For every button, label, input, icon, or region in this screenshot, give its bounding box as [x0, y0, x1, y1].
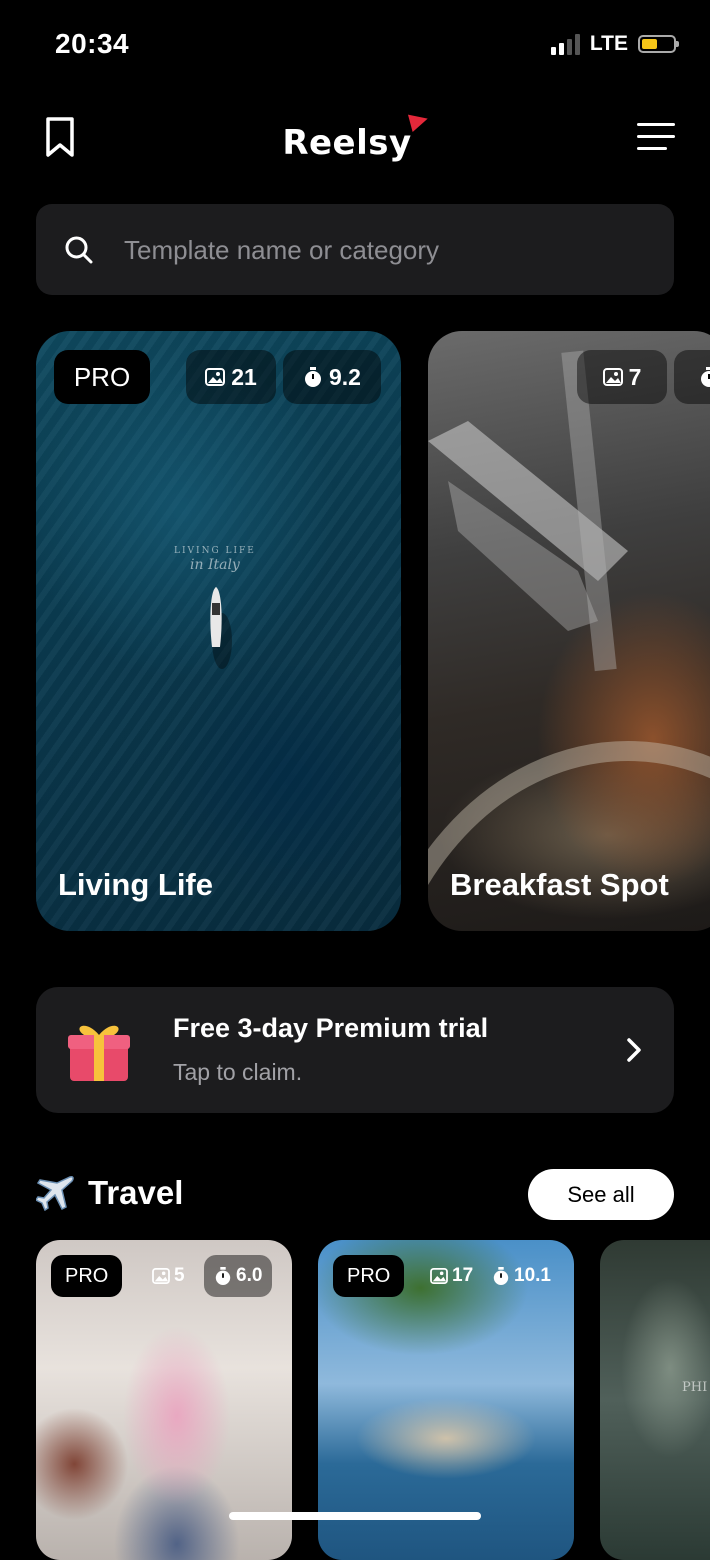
card-title: Breakfast Spot — [450, 867, 669, 902]
image-count-badge: 5 — [148, 1255, 189, 1297]
pro-badge: PRO — [51, 1255, 123, 1297]
battery-icon — [638, 35, 679, 53]
image-icon — [152, 1268, 170, 1284]
see-all-button[interactable]: See all — [528, 1169, 674, 1220]
duration-badge: 10.1 — [488, 1255, 555, 1297]
food-image — [428, 350, 710, 886]
card-overlay-text: LIVING LIFE in Italy — [174, 546, 256, 573]
menu-icon[interactable] — [637, 123, 675, 159]
chevron-right-icon — [627, 1038, 641, 1062]
image-icon — [430, 1268, 448, 1284]
premium-trial-banner[interactable]: Free 3-day Premium trial Tap to claim. — [36, 987, 674, 1113]
signal-icon — [550, 33, 580, 55]
status-time: 20:34 — [55, 28, 130, 59]
network-label: LTE — [589, 32, 628, 55]
duration-badge: 6.0 — [204, 1255, 273, 1297]
play-icon — [407, 109, 430, 133]
promo-title: Free 3-day Premium trial — [173, 1013, 489, 1043]
travel-card[interactable]: PHI — [600, 1240, 710, 1560]
timer-icon — [305, 367, 321, 387]
card-title: Living Life — [58, 867, 213, 902]
featured-card-living-life[interactable]: LIVING LIFE in Italy PRO 21 9.2 Living L… — [36, 331, 401, 931]
search-input[interactable] — [122, 224, 646, 276]
promo-subtitle: Tap to claim. — [173, 1059, 303, 1085]
duration-badge — [674, 350, 710, 404]
timer-icon — [215, 1267, 231, 1285]
pro-badge: PRO — [54, 350, 150, 404]
image-count-badge: 7 — [577, 350, 667, 404]
timer-icon — [493, 1267, 509, 1285]
pro-badge: PRO — [333, 1255, 405, 1297]
search-icon — [65, 236, 93, 264]
image-icon — [205, 368, 226, 386]
logo-text: Reelsy — [282, 123, 412, 163]
status-indicators: LTE — [550, 32, 679, 56]
duration-badge: 9.2 — [283, 350, 381, 404]
image-icon — [602, 368, 623, 386]
app-logo: Reelsy — [0, 109, 710, 163]
home-indicator[interactable] — [229, 1512, 481, 1520]
timer-icon — [701, 367, 710, 387]
image-count-badge: 17 — [426, 1255, 477, 1297]
section-title: Travel — [88, 1174, 184, 1211]
card-overlay-text: PHI — [682, 1380, 708, 1395]
search-bar[interactable] — [36, 204, 674, 295]
image-count-badge: 21 — [186, 350, 276, 404]
airplane-icon — [36, 1176, 74, 1211]
boat-image — [210, 587, 232, 669]
section-header-travel: Travel — [36, 1174, 183, 1212]
featured-card-breakfast-spot[interactable]: 7 Breakfast Spot — [428, 331, 710, 931]
gift-icon — [68, 1025, 130, 1081]
